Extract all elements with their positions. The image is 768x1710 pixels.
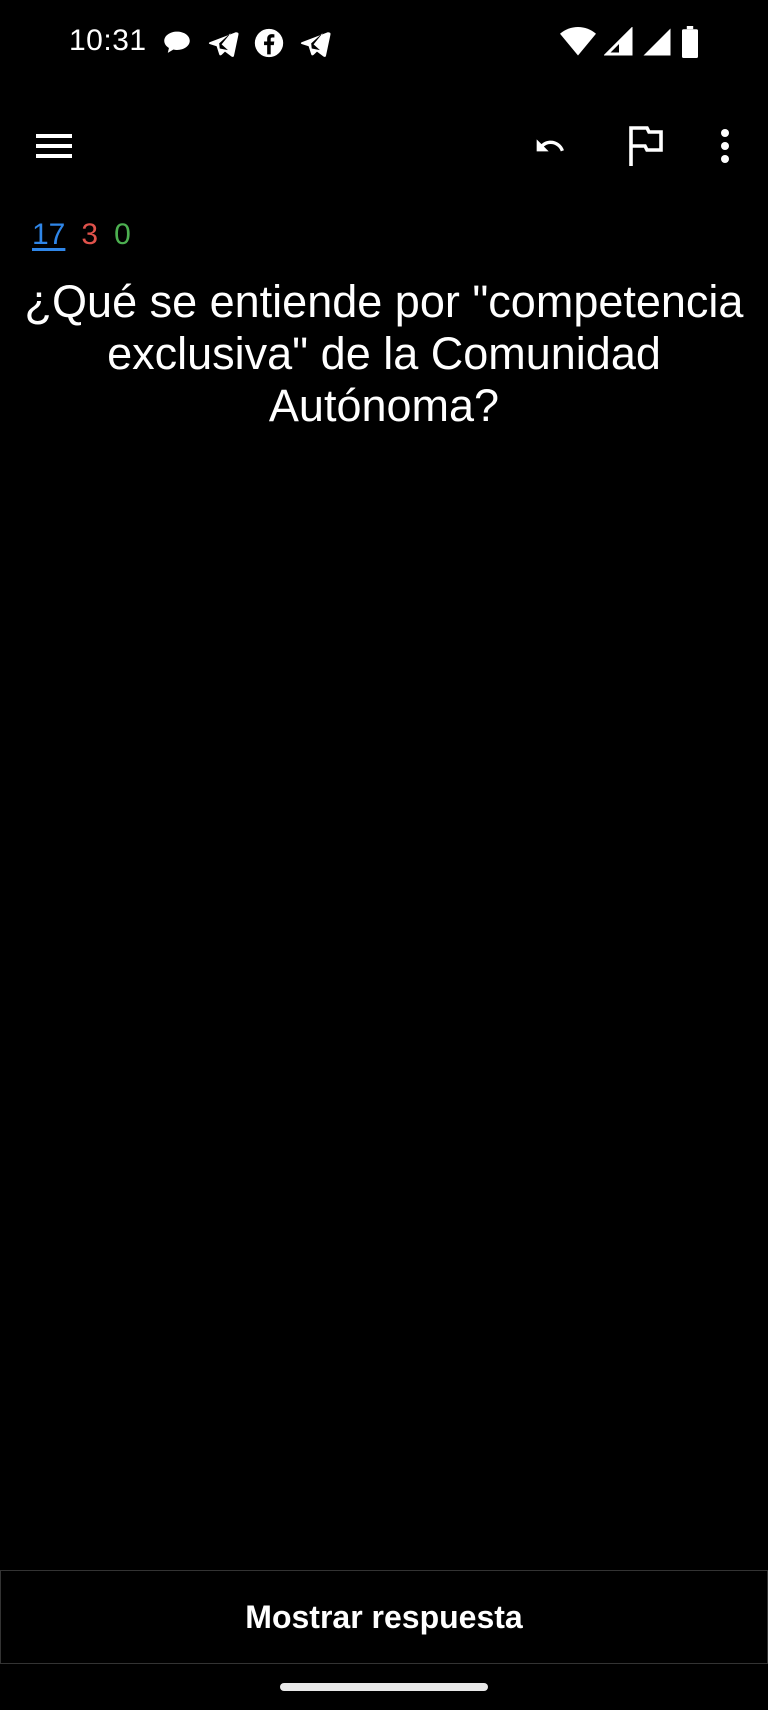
status-time: 10:31: [69, 24, 147, 57]
undo-button[interactable]: [520, 102, 580, 194]
signal-icon: [642, 27, 672, 57]
facebook-icon: [252, 26, 286, 60]
more-vert-icon: [719, 128, 731, 169]
card-question: ¿Qué se entiende por "competencia exclus…: [24, 276, 744, 431]
status-bar: 10:31: [0, 0, 768, 92]
telegram-icon: [206, 26, 240, 60]
chat-bubble-icon: [160, 26, 194, 60]
wifi-icon: [560, 27, 596, 57]
flag-button[interactable]: [615, 102, 675, 194]
undo-icon: [528, 130, 572, 167]
signal-icon: [604, 27, 634, 57]
review-count: 0: [114, 218, 131, 251]
telegram-icon: [298, 26, 332, 60]
notification-icons: [160, 26, 332, 60]
more-options-button[interactable]: [700, 102, 750, 194]
system-icons: [560, 26, 700, 58]
battery-icon: [680, 26, 700, 58]
home-indicator[interactable]: [280, 1683, 488, 1691]
menu-icon: [34, 131, 74, 166]
new-count: 17: [32, 218, 66, 251]
menu-button[interactable]: [24, 102, 84, 194]
show-answer-button[interactable]: Mostrar respuesta: [0, 1570, 768, 1664]
toolbar: [0, 102, 768, 194]
card-counts: 17 3 0: [32, 218, 131, 252]
learning-count: 3: [81, 218, 99, 251]
flag-icon: [627, 125, 663, 171]
